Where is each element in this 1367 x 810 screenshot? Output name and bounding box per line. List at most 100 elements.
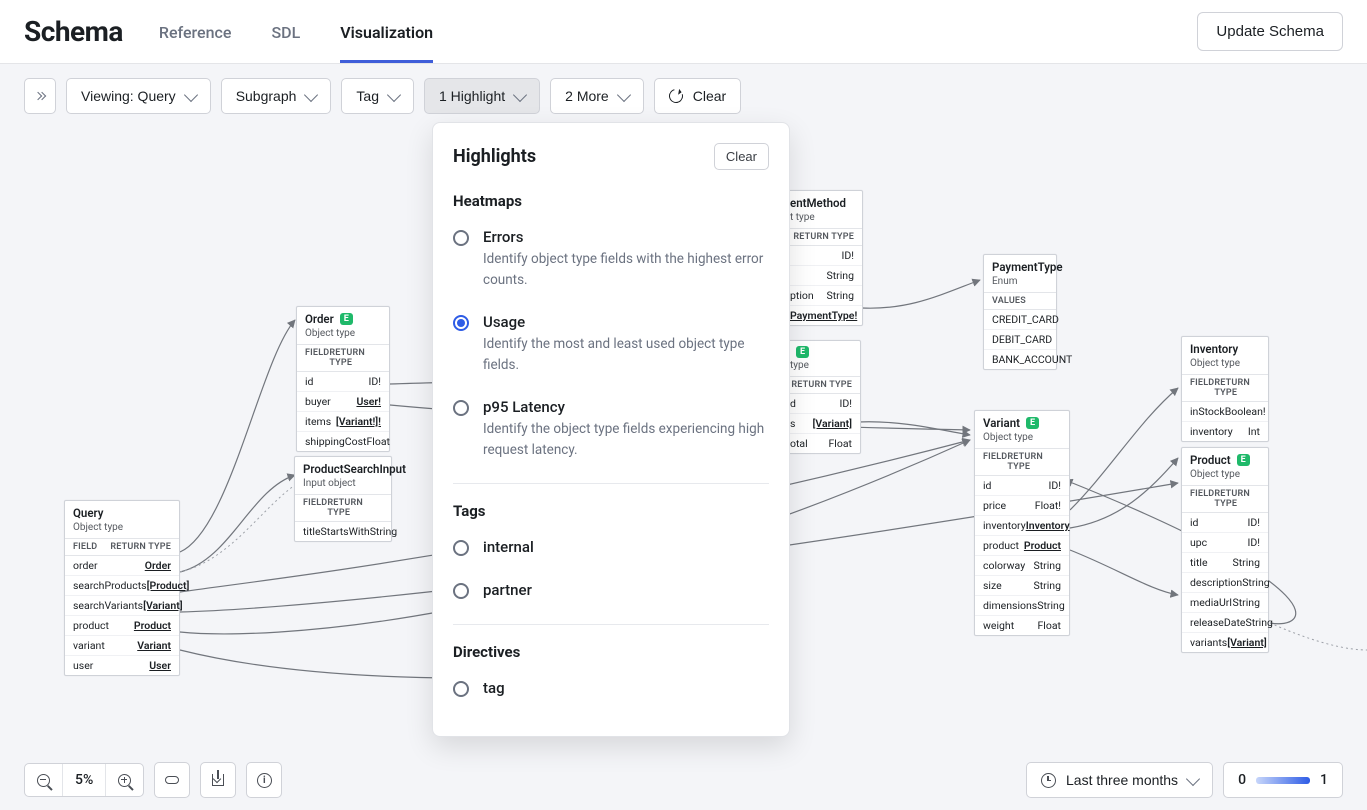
field-row[interactable]: weightFloat — [975, 616, 1069, 635]
info-button[interactable]: i — [246, 762, 282, 798]
tag-dropdown[interactable]: Tag — [341, 78, 414, 114]
field-row[interactable]: userUser — [65, 656, 179, 675]
highlight-option-internal[interactable]: internal — [433, 530, 789, 573]
field-row[interactable]: ID! — [782, 246, 862, 266]
highlight-dropdown[interactable]: 1 Highlight — [424, 78, 540, 114]
node-inventory[interactable]: Inventory Object type FIELDRETURN TYPE i… — [1181, 336, 1269, 442]
field-row[interactable]: titleString — [1182, 553, 1268, 573]
node-title: PaymentType — [992, 260, 1063, 274]
field-row[interactable]: s[Variant] — [782, 414, 860, 434]
tab-reference[interactable]: Reference — [159, 23, 232, 63]
node-fields: dID!s[Variant]otalFloat — [782, 394, 860, 453]
chevron-down-icon — [617, 87, 631, 101]
option-label: internal — [483, 538, 534, 556]
enum-value[interactable]: DEBIT_CARD — [984, 330, 1056, 350]
zoom-in-button[interactable] — [106, 764, 143, 796]
field-row[interactable]: inventoryInventory — [975, 516, 1069, 536]
download-icon — [212, 774, 224, 786]
field-row[interactable]: priceFloat! — [975, 496, 1069, 516]
viewing-dropdown[interactable]: Viewing: Query — [66, 78, 211, 114]
node-cart[interactable]: E type RETURN TYPE dID!s[Variant]otalFlo… — [781, 340, 861, 454]
field-row[interactable]: shippingCostFloat — [297, 432, 389, 451]
zoom-out-button[interactable] — [25, 764, 63, 796]
field-row[interactable]: idID! — [1182, 513, 1268, 533]
highlight-option-partner[interactable]: partner — [433, 573, 789, 616]
field-row[interactable]: otalFloat — [782, 434, 860, 453]
field-row[interactable]: orderOrder — [65, 556, 179, 576]
option-label: partner — [483, 581, 532, 599]
node-fields: inStockBoolean!inventoryInt — [1182, 402, 1268, 441]
field-row[interactable]: searchProducts[Product] — [65, 576, 179, 596]
divider — [453, 624, 769, 625]
field-row[interactable]: buyerUser! — [297, 392, 389, 412]
field-row[interactable]: descriptionString — [1182, 573, 1268, 593]
field-row[interactable]: productProduct — [975, 536, 1069, 556]
copy-link-button[interactable] — [154, 762, 190, 798]
highlights-popover: Highlights Clear Heatmaps ErrorsIdentify… — [432, 122, 790, 737]
field-row[interactable]: productProduct — [65, 616, 179, 636]
highlight-option-tag[interactable]: tag — [433, 671, 789, 714]
field-row[interactable]: inventoryInt — [1182, 422, 1268, 441]
field-row[interactable]: dimensionsString — [975, 596, 1069, 616]
field-row[interactable]: variantVariant — [65, 636, 179, 656]
clear-button[interactable]: Clear — [654, 78, 741, 114]
node-title: Order — [305, 312, 334, 326]
highlight-option-latency[interactable]: p95 LatencyIdentify the object type fiel… — [433, 390, 789, 475]
radio-icon — [453, 540, 469, 556]
node-fields: orderOrdersearchProducts[Product]searchV… — [65, 556, 179, 675]
field-row[interactable]: mediaUrlString — [1182, 593, 1268, 613]
field-row[interactable]: dID! — [782, 394, 860, 414]
app-header: Schema Reference SDL Visualization Updat… — [0, 0, 1367, 64]
popover-title: Highlights — [453, 146, 536, 167]
node-subtype: type — [782, 360, 860, 377]
field-row[interactable]: releaseDateString — [1182, 613, 1268, 633]
link-icon — [165, 776, 179, 784]
entity-badge: E — [1237, 454, 1250, 466]
enum-value[interactable]: CREDIT_CARD — [984, 310, 1056, 330]
radio-icon — [453, 400, 469, 416]
highlight-option-errors[interactable]: ErrorsIdentify object type fields with t… — [433, 220, 789, 305]
field-row[interactable]: upcID! — [1182, 533, 1268, 553]
more-label: 2 More — [565, 88, 609, 104]
field-row[interactable]: String — [782, 266, 862, 286]
option-label: Errors — [483, 228, 769, 246]
node-query[interactable]: Query Object type FIELDRETURN TYPE order… — [64, 500, 180, 676]
node-productsearchinput[interactable]: ProductSearchInput Input object FIELDRET… — [294, 456, 392, 542]
tab-sdl[interactable]: SDL — [271, 23, 300, 63]
field-row[interactable]: searchVariants[Variant] — [65, 596, 179, 616]
legend-max: 1 — [1320, 772, 1328, 788]
node-subtype: Object type — [65, 522, 179, 539]
timeframe-label: Last three months — [1066, 772, 1178, 788]
highlight-option-usage[interactable]: UsageIdentify the most and least used ob… — [433, 305, 789, 390]
node-paymenttype[interactable]: PaymentType Enum VALUES CREDIT_CARDDEBIT… — [983, 254, 1057, 370]
field-row[interactable]: colorwayString — [975, 556, 1069, 576]
header-tabs: Reference SDL Visualization — [159, 0, 433, 63]
timeframe-dropdown[interactable]: Last three months — [1026, 762, 1213, 798]
node-subtype: t type — [782, 212, 862, 229]
node-variant[interactable]: VariantE Object type FIELDRETURN TYPE id… — [974, 410, 1070, 636]
popover-clear-button[interactable]: Clear — [714, 143, 769, 170]
expand-sidebar-button[interactable] — [24, 78, 56, 114]
more-dropdown[interactable]: 2 More — [550, 78, 644, 114]
toolbar: Viewing: Query Subgraph Tag 1 Highlight … — [0, 64, 1367, 128]
node-paymentmethod[interactable]: entMethod t type RETURN TYPE ID!Stringpt… — [781, 190, 863, 326]
subgraph-dropdown[interactable]: Subgraph — [221, 78, 332, 114]
viewing-label: Viewing: Query — [81, 88, 176, 104]
field-row[interactable]: sizeString — [975, 576, 1069, 596]
enum-value[interactable]: BANK_ACCOUNT — [984, 350, 1056, 369]
field-row[interactable]: variants[Variant] — [1182, 633, 1268, 652]
download-button[interactable] — [200, 762, 236, 798]
field-row[interactable]: PaymentType! — [782, 306, 862, 325]
field-row[interactable]: idID! — [297, 372, 389, 392]
tab-visualization[interactable]: Visualization — [340, 23, 433, 63]
field-row[interactable]: ptionString — [782, 286, 862, 306]
update-schema-button[interactable]: Update Schema — [1197, 12, 1343, 51]
field-row[interactable]: titleStartsWithString — [295, 522, 391, 541]
node-order[interactable]: OrderE Object type FIELDRETURN TYPE idID… — [296, 306, 390, 452]
field-row[interactable]: items[Variant!]! — [297, 412, 389, 432]
field-row[interactable]: inStockBoolean! — [1182, 402, 1268, 422]
field-row[interactable]: idID! — [975, 476, 1069, 496]
node-fields: idID!upcID!titleStringdescriptionStringm… — [1182, 513, 1268, 652]
entity-badge: E — [796, 346, 809, 358]
node-product[interactable]: ProductE Object type FIELDRETURN TYPE id… — [1181, 447, 1269, 653]
